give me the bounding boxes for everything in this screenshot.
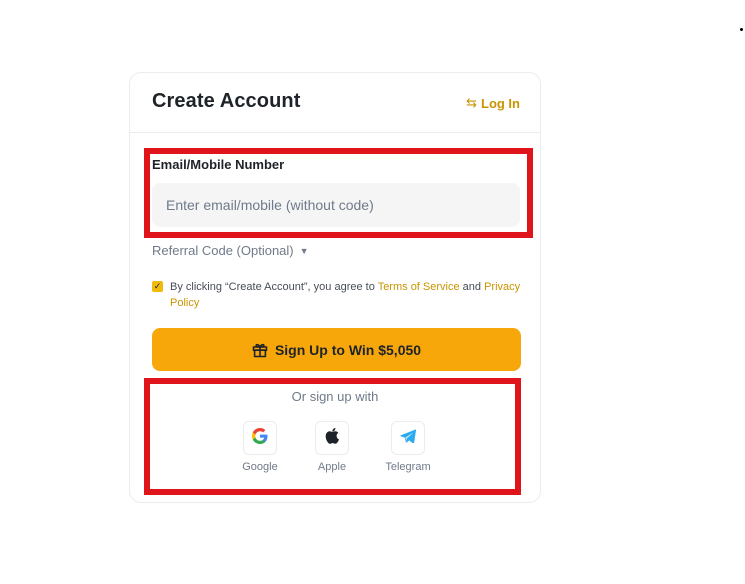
- telegram-icon-box: [391, 421, 425, 455]
- page-title: Create Account: [152, 90, 301, 112]
- terms-of-service-link[interactable]: Terms of Service: [378, 281, 460, 293]
- gift-icon: [252, 342, 268, 358]
- telegram-signup-button[interactable]: Telegram: [378, 421, 438, 473]
- referral-label: Referral Code (Optional): [152, 243, 294, 258]
- card-header: Create Account ⇆ Log In: [130, 73, 540, 133]
- google-label: Google: [242, 461, 278, 473]
- checkmark-icon: ✓: [153, 281, 162, 291]
- swap-arrows-icon: ⇆: [466, 95, 477, 110]
- google-icon-box: [243, 421, 277, 455]
- caret-down-icon: ▼: [299, 245, 309, 256]
- referral-code-toggle[interactable]: Referral Code (Optional) ▼: [152, 243, 309, 258]
- agreement-text: By clicking “Create Account”, you agree …: [170, 279, 522, 311]
- telegram-icon: [400, 428, 417, 448]
- telegram-label: Telegram: [385, 461, 431, 473]
- terms-agreement: ✓ By clicking “Create Account”, you agre…: [152, 279, 522, 311]
- email-field-label: Email/Mobile Number: [152, 157, 285, 172]
- google-signup-button[interactable]: Google: [230, 421, 290, 473]
- or-sign-up-with-label: Or sign up with: [291, 389, 379, 404]
- login-label: Log In: [481, 95, 520, 111]
- apple-signup-button[interactable]: Apple: [302, 421, 362, 473]
- google-icon: [252, 427, 268, 449]
- agreement-prefix: By clicking “Create Account”, you agree …: [170, 281, 378, 293]
- apple-label: Apple: [317, 461, 347, 473]
- apple-icon-box: [315, 421, 349, 455]
- terms-checkbox[interactable]: ✓: [152, 281, 163, 292]
- create-account-card: Create Account ⇆ Log In Email/Mobile Num…: [129, 72, 541, 503]
- agreement-connector: and: [459, 281, 485, 293]
- apple-icon: [325, 427, 339, 449]
- email-mobile-input[interactable]: [152, 183, 520, 227]
- stray-dot: [740, 28, 743, 31]
- sign-up-button[interactable]: Sign Up to Win $5,050: [152, 328, 521, 371]
- sign-up-label: Sign Up to Win $5,050: [274, 341, 422, 358]
- login-link[interactable]: ⇆ Log In: [466, 95, 520, 111]
